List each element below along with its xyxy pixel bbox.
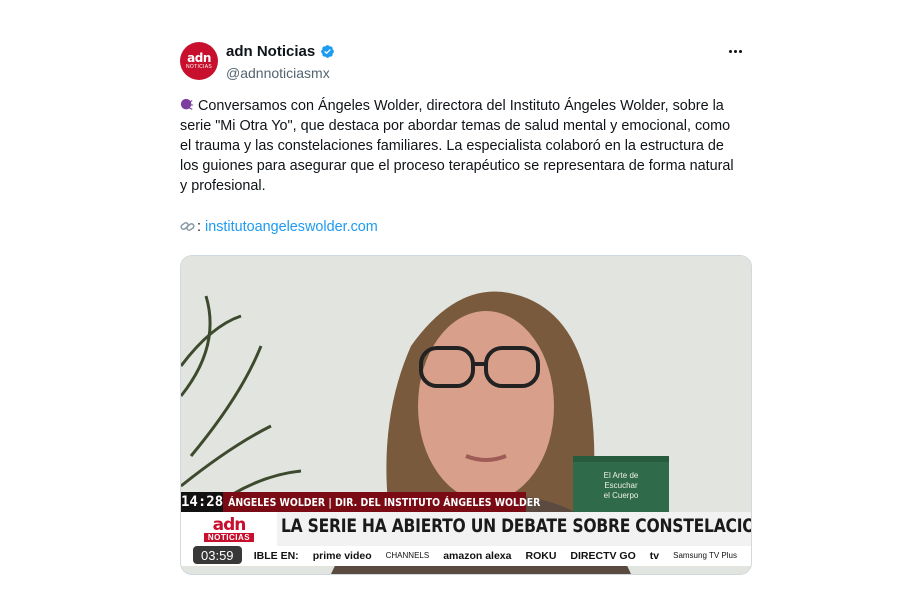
channel-logo-text: adn bbox=[212, 514, 247, 535]
video-duration: 03:59 bbox=[193, 546, 242, 564]
ticker-item: tv bbox=[649, 550, 660, 562]
tweet-body: Conversamos con Ángeles Wolder, director… bbox=[180, 98, 734, 194]
svg-text:Escuchar: Escuchar bbox=[604, 481, 638, 490]
svg-text:El Arte de: El Arte de bbox=[604, 471, 639, 480]
avatar[interactable]: adn NOTICIAS bbox=[180, 42, 218, 80]
speaking-head-icon bbox=[180, 98, 194, 110]
clock-time: 14:28 bbox=[181, 492, 224, 512]
svg-text:el Cuerpo: el Cuerpo bbox=[604, 491, 639, 500]
author-name[interactable]: adn Noticias bbox=[226, 43, 315, 60]
ticker-item: DIRECTV GO bbox=[570, 550, 636, 562]
external-link[interactable]: institutoangeleswolder.com bbox=[205, 219, 378, 235]
channel-logo: adn NOTICIAS bbox=[181, 512, 277, 546]
link-icon bbox=[180, 222, 195, 231]
ticker-item: prime video bbox=[312, 550, 372, 562]
avatar-logo: adn bbox=[187, 51, 211, 65]
link-row: : institutoangeleswolder.com bbox=[180, 217, 378, 237]
lower-third-name: ÁNGELES WOLDER | DIR. DEL INSTITUTO ÁNGE… bbox=[228, 495, 541, 509]
tweet-text: Conversamos con Ángeles Wolder, director… bbox=[180, 96, 740, 196]
ticker-item: CHANNELS bbox=[385, 551, 430, 560]
video-player[interactable]: El Arte de Escuchar el Cuerpo 14:28 ÁNGE… bbox=[180, 255, 752, 575]
ticker-item: ROKU bbox=[525, 550, 557, 562]
channel-logo-sub: NOTICIAS bbox=[203, 532, 255, 542]
headline-text: LA SERIE HA ABIERTO UN DEBATE SOBRE CONS… bbox=[281, 515, 751, 537]
ticker-item: IBLE EN: bbox=[253, 550, 299, 562]
author-handle[interactable]: @adnnoticiasmx bbox=[226, 65, 330, 81]
ticker-bar: IBLE EN: prime video CHANNELS amazon ale… bbox=[181, 546, 751, 566]
verified-badge-icon bbox=[321, 45, 335, 58]
ticker-item: amazon alexa bbox=[443, 550, 512, 562]
link-prefix: : bbox=[197, 219, 201, 235]
avatar-sub: NOTICIAS bbox=[185, 64, 212, 70]
author-row: adn Noticias bbox=[226, 43, 335, 60]
ticker-item: Samsung TV Plus bbox=[673, 551, 737, 560]
lower-third-bar: 14:28 ÁNGELES WOLDER | DIR. DEL INSTITUT… bbox=[181, 492, 540, 512]
more-options-icon[interactable] bbox=[720, 40, 750, 62]
